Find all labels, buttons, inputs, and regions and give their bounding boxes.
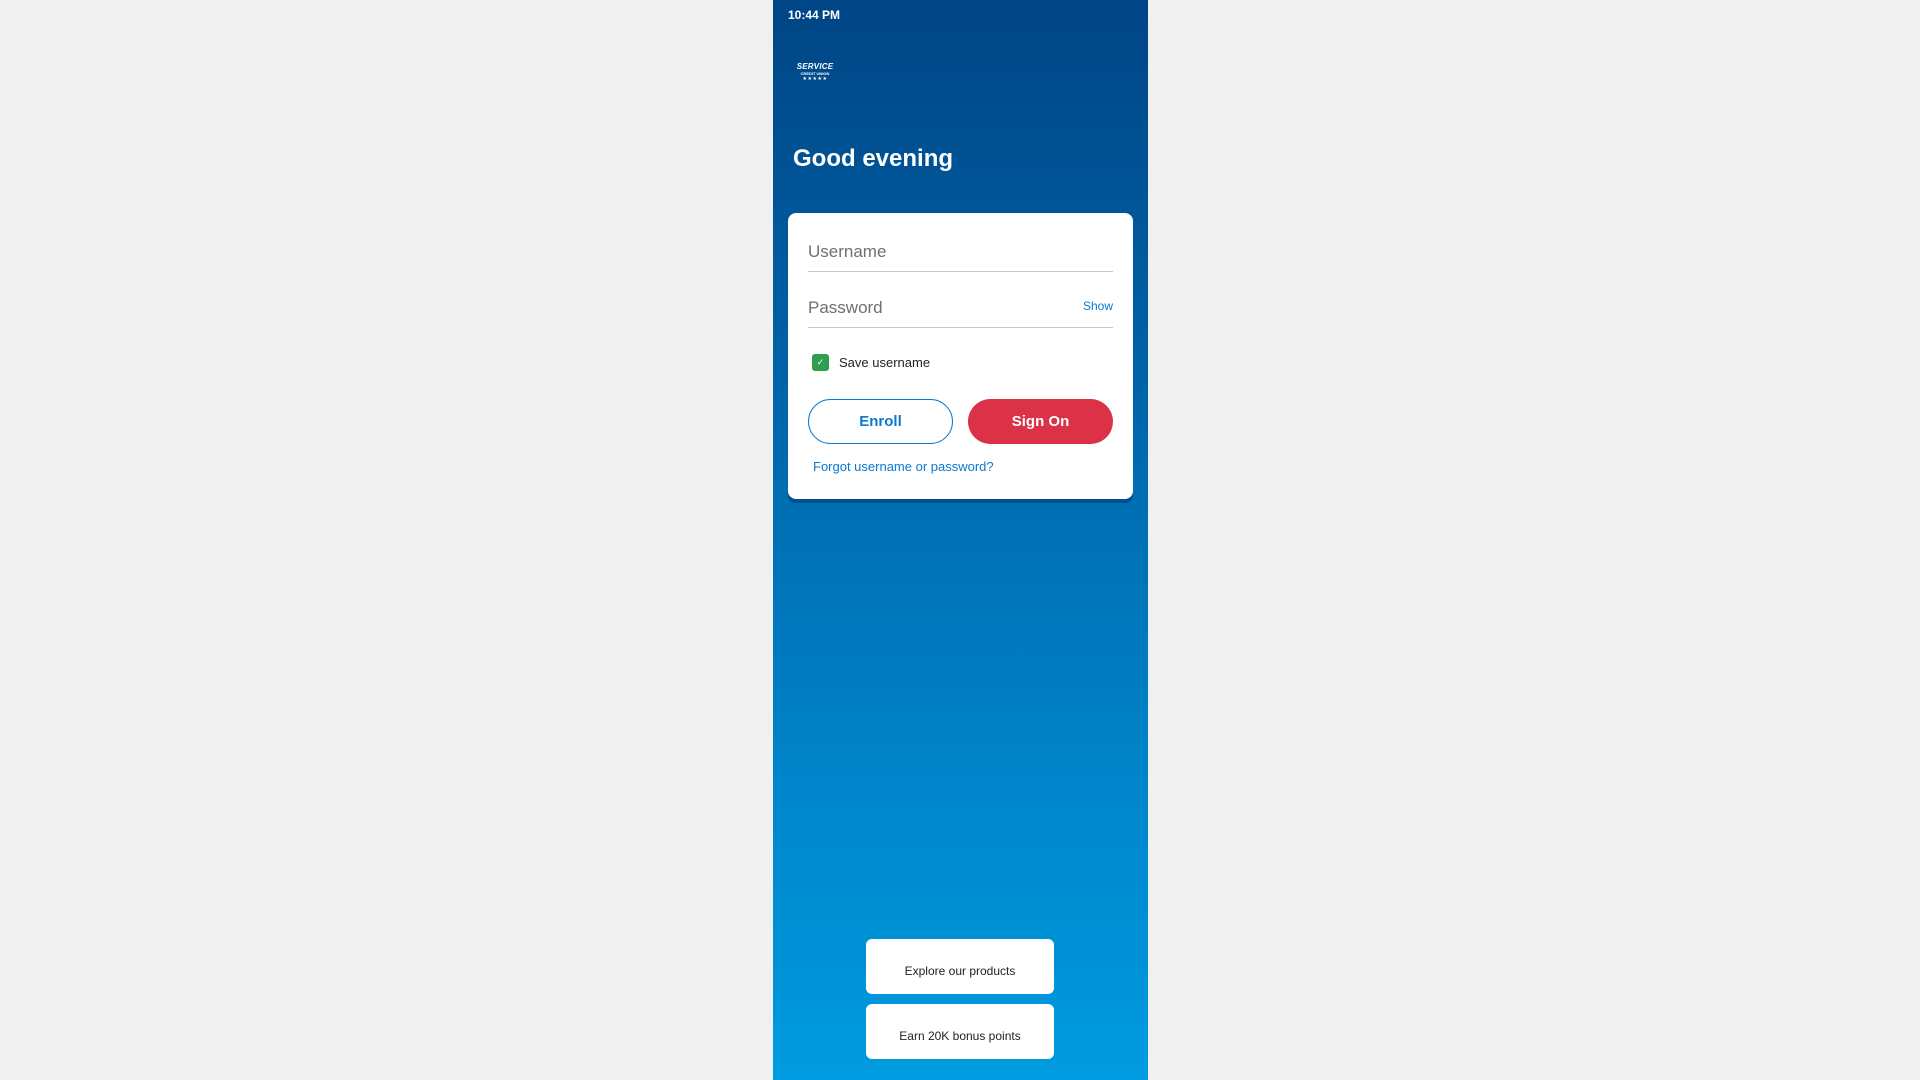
sign-on-button[interactable]: Sign On [968, 399, 1113, 444]
explore-products-button[interactable]: Explore our products [866, 939, 1054, 994]
explore-products-label: Explore our products [904, 964, 1016, 978]
bonus-points-button[interactable]: Earn 20K bonus points [866, 1004, 1054, 1059]
forgot-credentials-link[interactable]: Forgot username or password? [813, 459, 994, 474]
enroll-button[interactable]: Enroll [808, 399, 953, 444]
show-password-link[interactable]: Show [1083, 299, 1113, 313]
bonus-points-label: Earn 20K bonus points [899, 1029, 1021, 1043]
logo-wordmark: SERVICE [796, 62, 834, 71]
save-username-checkbox[interactable]: ✓ [812, 353, 829, 371]
login-card: Username Password Show ✓ Save username E… [788, 213, 1133, 499]
save-username-row[interactable]: ✓ Save username [812, 353, 930, 371]
password-placeholder: Password [808, 298, 883, 317]
username-placeholder: Username [808, 242, 887, 261]
mobile-app-screen: 10:44 PM SERVICE CREDIT UNION ★★★★★ Good… [773, 0, 1148, 1080]
username-field[interactable]: Username [808, 235, 1113, 272]
password-field[interactable]: Password Show [808, 291, 1113, 328]
save-username-label: Save username [839, 354, 931, 370]
status-bar-time: 10:44 PM [788, 8, 841, 22]
logo-stars: ★★★★★ [802, 76, 828, 82]
greeting-heading: Good evening [793, 145, 954, 172]
checkmark-icon: ✓ [816, 356, 825, 367]
service-credit-union-logo: SERVICE CREDIT UNION ★★★★★ [793, 63, 837, 87]
